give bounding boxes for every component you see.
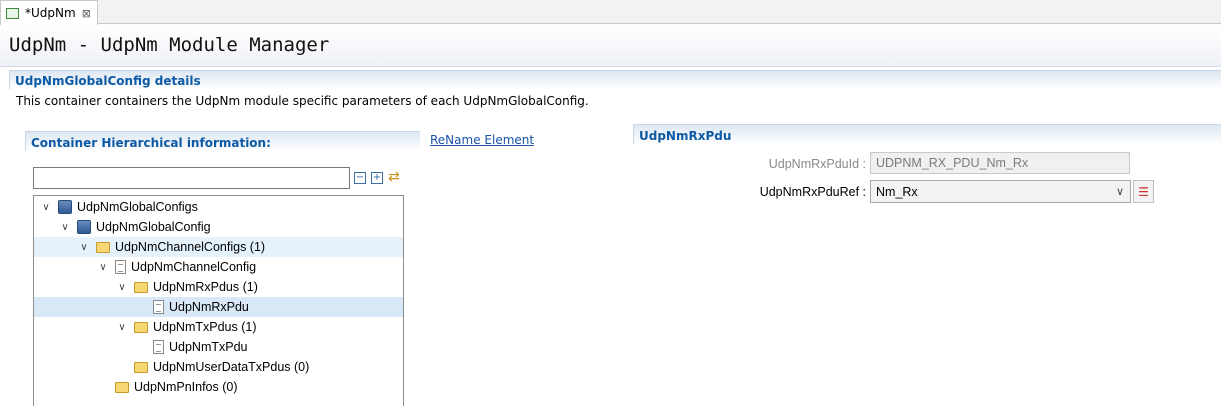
tree-item[interactable]: UdpNmTxPdu [34,337,403,357]
tree-item-label: UdpNmRxPdu [169,300,249,314]
close-icon[interactable]: ⊠ [82,7,91,20]
expand-toggle-icon[interactable]: ∨ [97,261,109,273]
document-icon [153,300,164,314]
folder-icon [134,281,148,293]
tree-item-label: UdpNmChannelConfig [131,260,257,274]
details-description: This container containers the UdpNm modu… [16,94,589,108]
rxpdu-section: UdpNmRxPdu [633,124,1221,144]
rxpdu-section-title: UdpNmRxPdu [639,129,732,143]
folder-icon [134,321,148,333]
rx-pdu-ref-select[interactable]: Nm_Rx ∨ [870,180,1131,203]
expand-toggle-icon[interactable]: ∨ [40,201,52,213]
reference-list-icon[interactable]: ☰ [1133,180,1154,203]
details-section-title: UdpNmGlobalConfig details [15,74,201,88]
tree-item-label: UdpNmTxPdu [169,340,248,354]
expand-toggle-icon[interactable]: ∨ [116,321,128,333]
document-icon [115,260,126,274]
folder-icon [115,381,129,393]
sync-link-icon[interactable]: ⇄ [388,170,402,184]
module-editor-icon [6,7,19,19]
tree-item-label: UdpNmGlobalConfig [96,220,211,234]
tree-item[interactable]: ∨ UdpNmTxPdus (1) [34,317,403,337]
rxpdu-section-bar: UdpNmRxPdu [633,124,1221,144]
expand-toggle-icon[interactable]: ∨ [59,221,71,233]
tab-label: *UdpNm [25,6,76,20]
hierarchy-section-bar: Container Hierarchical information: [25,131,420,151]
rx-pdu-ref-label: UdpNmRxPduRef : [759,185,866,199]
page-title: UdpNm - UdpNm Module Manager [9,34,330,56]
tree-item[interactable]: UdpNmUserDataTxPdus (0) [34,357,403,377]
document-icon [153,340,164,354]
collapse-all-icon[interactable]: − [354,172,366,184]
folder-icon [96,241,110,253]
tree-item-label: UdpNmChannelConfigs (1) [115,240,266,254]
tree-item[interactable]: ∨ UdpNmRxPdus (1) [34,277,403,297]
tree-item-label: UdpNmUserDataTxPdus (0) [153,360,310,374]
hierarchy-section-title: Container Hierarchical information: [31,136,271,150]
container-tree[interactable]: ∨ UdpNmGlobalConfigs ∨ UdpNmGlobalConfig ∨ Ud… [33,195,404,406]
database-icon [77,220,91,234]
tree-item-label: UdpNmPnInfos (0) [134,380,238,394]
expand-toggle-icon[interactable]: ∨ [78,241,90,253]
rx-pdu-id-label: UdpNmRxPduId : [768,157,866,171]
rename-element-link[interactable]: ReName Element [430,133,534,147]
folder-icon [134,361,148,373]
tree-filter-input[interactable] [33,167,350,189]
tree-item[interactable]: UdpNmPnInfos (0) [34,377,403,397]
page-header: UdpNm - UdpNm Module Manager [0,25,1221,67]
tree-item-label: UdpNmGlobalConfigs [77,200,198,214]
database-icon [58,200,72,214]
expand-toggle-icon[interactable]: ∨ [116,281,128,293]
details-section: UdpNmGlobalConfig details This container… [9,70,1221,110]
tree-item[interactable]: ∨ UdpNmGlobalConfigs [34,197,403,217]
tree-item[interactable]: ∨ UdpNmGlobalConfig [34,217,403,237]
chevron-down-icon: ∨ [1115,186,1124,198]
expand-all-icon[interactable]: + [371,172,383,184]
editor-tab-bar: *UdpNm ⊠ [0,0,1221,25]
editor-tab-udpnm[interactable]: *UdpNm ⊠ [0,0,98,25]
tree-item-label: UdpNmRxPdus (1) [153,280,258,294]
tree-item[interactable]: UdpNmRxPdu [34,297,403,317]
tree-item-label: UdpNmTxPdus (1) [153,320,257,334]
rx-pdu-ref-value: Nm_Rx [876,184,918,199]
rx-pdu-id-field: UDPNM_RX_PDU_Nm_Rx [870,152,1130,174]
tree-item[interactable]: ∨ UdpNmChannelConfigs (1) [34,237,403,257]
tree-item[interactable]: ∨ UdpNmChannelConfig [34,257,403,277]
details-section-bar: UdpNmGlobalConfig details [9,70,1221,89]
